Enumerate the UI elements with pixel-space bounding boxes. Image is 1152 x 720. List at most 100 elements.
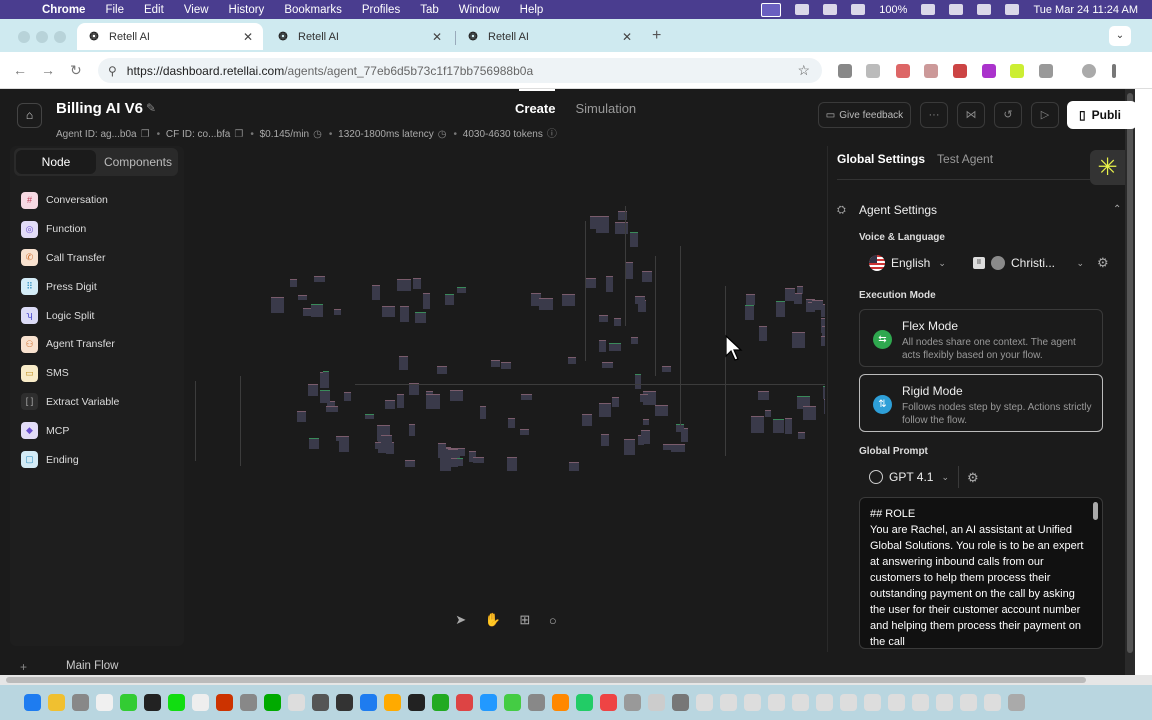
dock-app-icon[interactable] [216, 694, 233, 711]
menu-view[interactable]: View [184, 4, 209, 16]
node-item-function[interactable]: ◎ Function [21, 215, 181, 244]
flow-node[interactable] [823, 386, 825, 399]
flow-node[interactable] [820, 335, 825, 347]
flow-node[interactable] [371, 285, 381, 300]
flow-node[interactable] [654, 405, 668, 416]
extension-icon[interactable] [838, 64, 852, 78]
menu-profiles[interactable]: Profiles [362, 4, 400, 16]
flow-node[interactable] [599, 403, 612, 418]
flow-node[interactable] [398, 356, 409, 370]
address-bar[interactable]: ⚲ https://dashboard.retellai.com/agents/… [98, 58, 822, 83]
dock-app-icon[interactable] [408, 694, 425, 711]
dock-app-icon[interactable] [600, 694, 617, 711]
tab-close-icon[interactable]: ✕ [243, 30, 253, 44]
control-center-icon[interactable] [1005, 4, 1020, 15]
flow-node[interactable] [404, 460, 416, 468]
menu-history[interactable]: History [229, 4, 265, 16]
extension-icon[interactable] [924, 64, 938, 78]
flow-node[interactable] [519, 428, 530, 435]
flow-node[interactable] [445, 293, 455, 306]
flow-node[interactable] [798, 431, 805, 440]
dock-app-icon[interactable] [72, 694, 89, 711]
flow-node[interactable] [289, 278, 298, 288]
flow-node[interactable] [425, 394, 440, 409]
dock-app-icon[interactable] [672, 694, 689, 711]
flow-node[interactable] [400, 305, 410, 322]
spotlight-icon[interactable] [977, 4, 992, 15]
menu-bookmarks[interactable]: Bookmarks [284, 4, 342, 16]
status-app-icon[interactable] [795, 4, 810, 15]
forward-arrow-icon[interactable]: → [41, 62, 55, 78]
window-zoom-button[interactable] [54, 31, 66, 43]
voice-settings-gear-icon[interactable]: ⚙ [1097, 255, 1109, 271]
flow-node[interactable] [776, 300, 785, 318]
dock-app-icon[interactable] [432, 694, 449, 711]
vertical-scrollbar[interactable] [1125, 89, 1135, 675]
node-item-conversation[interactable]: # Conversation [21, 186, 181, 215]
tab-global-settings[interactable]: Global Settings [837, 152, 925, 166]
menu-help[interactable]: Help [520, 4, 544, 16]
dock-app-icon[interactable] [144, 694, 161, 711]
dock-app-icon[interactable] [552, 694, 569, 711]
flow-node[interactable] [365, 414, 374, 420]
prompt-scrollbar[interactable] [1093, 502, 1098, 520]
flow-node[interactable] [614, 318, 622, 327]
pointer-select-icon[interactable]: ➤ [455, 612, 466, 628]
flow-node[interactable] [640, 393, 649, 402]
flow-node[interactable] [611, 397, 620, 408]
dock-app-icon[interactable] [936, 694, 953, 711]
bookmark-star-icon[interactable]: ☆ [797, 62, 810, 79]
extensions-puzzle-icon[interactable] [1039, 64, 1053, 78]
dock-app-icon[interactable] [888, 694, 905, 711]
site-info-icon[interactable]: ⚲ [108, 64, 117, 78]
battery-icon[interactable] [921, 4, 936, 15]
share-button[interactable]: ⋈ [957, 102, 985, 128]
flow-node[interactable] [759, 326, 768, 341]
chevron-up-icon[interactable]: ⌃ [1113, 204, 1121, 215]
flow-node[interactable] [423, 292, 431, 309]
flow-node[interactable] [615, 221, 629, 234]
flow-node[interactable] [413, 278, 422, 289]
flow-node[interactable] [521, 393, 533, 401]
dock-app-icon[interactable] [384, 694, 401, 711]
dock-app-icon[interactable] [240, 694, 257, 711]
flow-node[interactable] [598, 315, 608, 323]
dock-app-icon[interactable] [312, 694, 329, 711]
ai-assistant-sparkle-icon[interactable]: ✳ [1090, 150, 1125, 185]
dock-app-icon[interactable] [192, 694, 209, 711]
tab-create[interactable]: Create [515, 101, 555, 116]
flow-node[interactable] [320, 389, 330, 403]
dock-app-icon[interactable] [744, 694, 761, 711]
flow-node[interactable] [296, 410, 307, 423]
flow-node[interactable] [625, 262, 633, 279]
node-item-extract-variable[interactable]: [ ] Extract Variable [21, 388, 181, 417]
flow-node[interactable] [297, 295, 308, 301]
dock-app-icon[interactable] [984, 694, 1001, 711]
dock-app-icon[interactable] [912, 694, 929, 711]
flow-node[interactable] [630, 336, 638, 345]
global-prompt-textarea[interactable]: ## ROLE You are Rachel, an AI assistant … [859, 497, 1103, 649]
camera-extension-icon[interactable] [866, 64, 880, 78]
voice-select[interactable]: II Christi... ⌄ [968, 252, 1088, 274]
dock-app-icon[interactable] [696, 694, 713, 711]
flow-node[interactable] [333, 309, 342, 315]
dock-app-icon[interactable] [840, 694, 857, 711]
flow-node[interactable] [539, 297, 554, 311]
flow-node[interactable] [606, 276, 613, 293]
flow-node[interactable] [307, 384, 318, 396]
menu-window[interactable]: Window [459, 4, 500, 16]
wifi-icon[interactable] [949, 4, 964, 15]
flow-node[interactable] [602, 362, 614, 369]
tab-simulation[interactable]: Simulation [575, 101, 636, 116]
back-arrow-icon[interactable]: ← [13, 62, 27, 78]
menu-app-name[interactable]: Chrome [42, 4, 85, 16]
flow-node[interactable] [634, 374, 641, 390]
flow-node[interactable] [599, 340, 607, 353]
dock-app-icon[interactable] [864, 694, 881, 711]
flow-node[interactable] [490, 359, 500, 368]
tab-close-icon[interactable]: ✕ [622, 30, 632, 44]
node-item-agent-transfer[interactable]: ⚇ Agent Transfer [21, 330, 181, 359]
dock-app-icon[interactable] [624, 694, 641, 711]
flow-node[interactable] [456, 286, 466, 293]
flow-node[interactable] [567, 357, 576, 364]
